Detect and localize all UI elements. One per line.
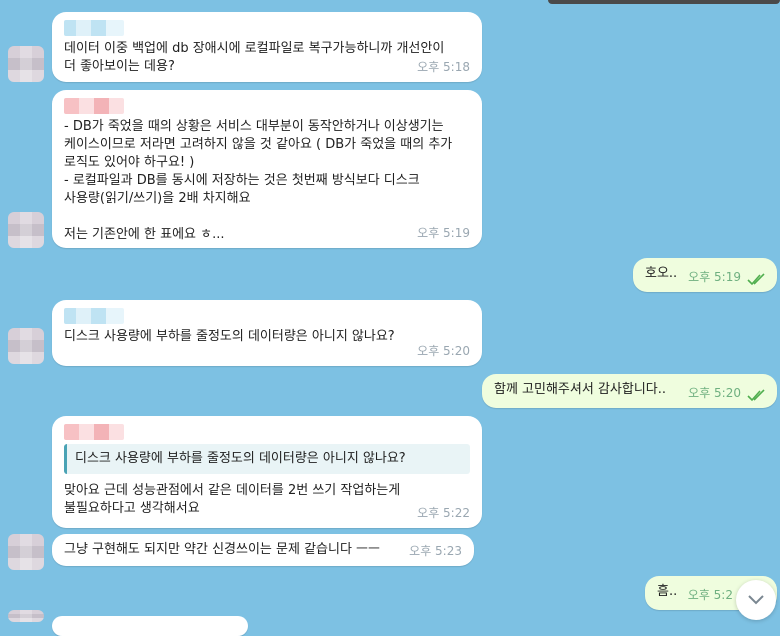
message-time: 오후 5:18	[417, 60, 470, 74]
message-bubble-incoming[interactable]	[52, 616, 248, 636]
avatar[interactable]	[8, 534, 44, 570]
message-bubble-incoming[interactable]: 디스크 사용량에 부하를 줄정도의 데이터량은 아니지 않나요? 맞아요 근데 …	[52, 416, 482, 528]
message-time: 오후 5:20	[688, 386, 741, 400]
double-check-icon	[747, 389, 765, 402]
message-text: 데이터 이중 백업에 db 장애시에 로컬파일로 복구가능하니까 개선안이 더 …	[64, 41, 445, 74]
sender-name-blurred[interactable]	[64, 424, 124, 440]
message-text: 디스크 사용량에 부하를 줄정도의 데이터량은 아니지 않나요?	[64, 329, 395, 344]
double-check-icon	[747, 273, 765, 286]
sender-name-blurred[interactable]	[64, 308, 124, 324]
message-text: 맞아요 근데 성능관점에서 같은 데이터를 2번 쓰기 작업하는게 불필요하다고…	[64, 483, 401, 516]
avatar[interactable]	[8, 328, 44, 364]
message-text: - DB가 죽었을 때의 상황은 서비스 대부분이 동작안하거나 이상생기는 케…	[64, 119, 453, 242]
sender-name-blurred[interactable]	[64, 20, 124, 36]
message-bubble-incoming[interactable]: 데이터 이중 백업에 db 장애시에 로컬파일로 복구가능하니까 개선안이 더 …	[52, 12, 482, 82]
image-message-thumbnail[interactable]	[548, 0, 780, 4]
message-bubble-outgoing[interactable]: 호오.. 오후 5:19	[633, 258, 777, 292]
reply-quote[interactable]: 디스크 사용량에 부하를 줄정도의 데이터량은 아니지 않나요?	[64, 444, 470, 474]
sender-name-blurred[interactable]	[64, 98, 124, 114]
message-bubble-outgoing[interactable]: 함께 고민해주셔서 감사합니다.. 오후 5:20	[482, 374, 777, 408]
quoted-text: 디스크 사용량에 부하를 줄정도의 데이터량은 아니지 않나요?	[75, 451, 406, 466]
message-time: 오후 5:19	[417, 226, 470, 240]
message-time: 오후 5:2	[687, 588, 733, 602]
chevron-down-icon	[748, 595, 764, 605]
scroll-down-button[interactable]	[736, 580, 776, 620]
message-bubble-incoming[interactable]: 디스크 사용량에 부하를 줄정도의 데이터량은 아니지 않나요? 오후 5:20	[52, 300, 482, 366]
avatar[interactable]	[8, 610, 44, 622]
message-time: 오후 5:20	[417, 344, 470, 358]
avatar[interactable]	[8, 212, 44, 248]
message-text: 그냥 구현해도 되지만 약간 신경쓰이는 문제 같습니다 ㅡㅡ	[64, 542, 380, 557]
message-time: 오후 5:23	[409, 544, 462, 558]
message-bubble-incoming[interactable]: 그냥 구현해도 되지만 약간 신경쓰이는 문제 같습니다 ㅡㅡ 오후 5:23	[52, 534, 474, 566]
avatar[interactable]	[8, 46, 44, 82]
message-time: 오후 5:19	[688, 270, 741, 284]
message-time: 오후 5:22	[417, 506, 470, 520]
message-bubble-incoming[interactable]: - DB가 죽었을 때의 상황은 서비스 대부분이 동작안하거나 이상생기는 케…	[52, 90, 482, 248]
